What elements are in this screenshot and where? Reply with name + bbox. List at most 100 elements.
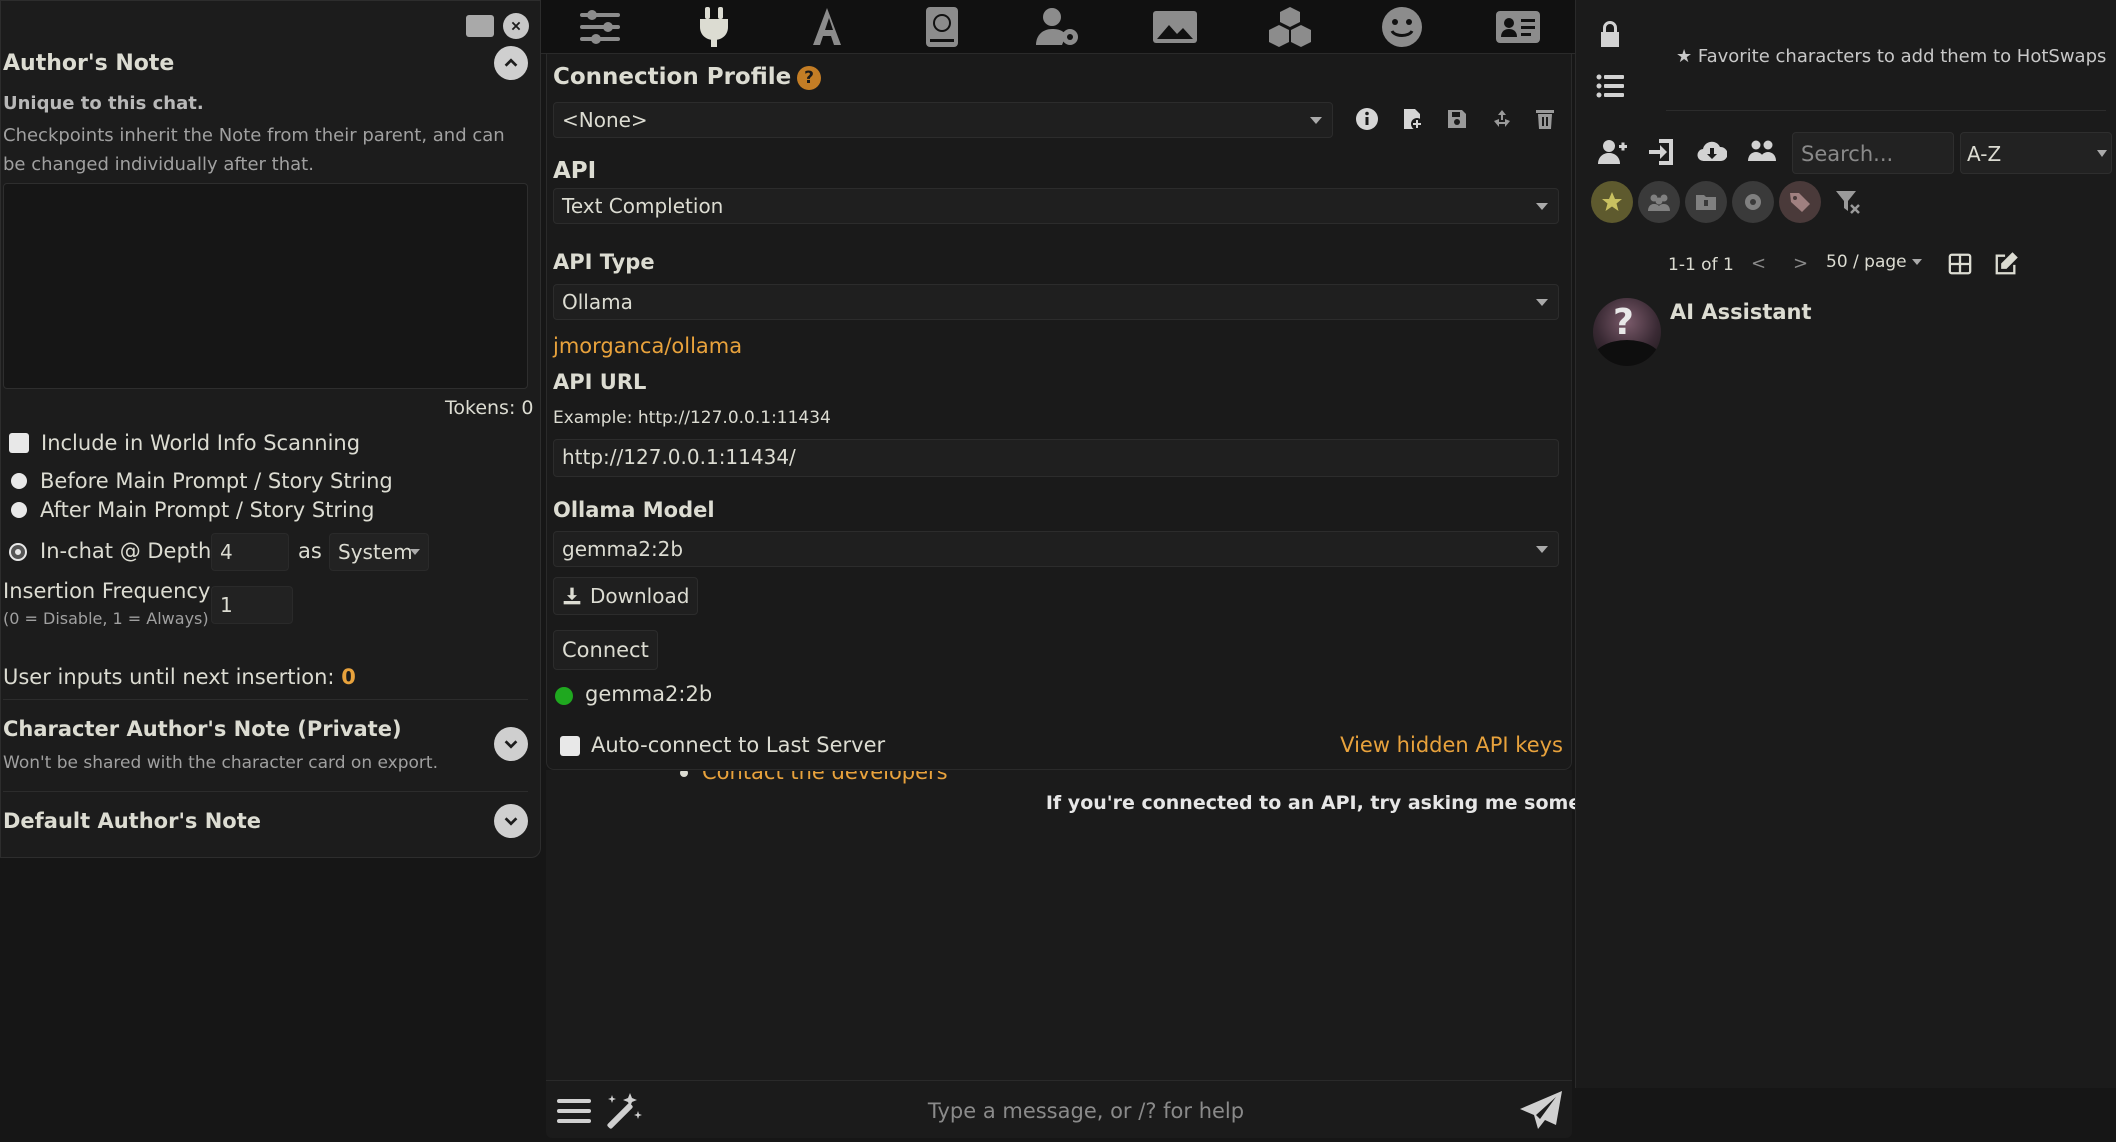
tokens-count: Tokens: 0 <box>445 397 534 419</box>
advanced-formatting-icon[interactable] <box>795 4 859 50</box>
extensions-cubes-icon[interactable] <box>1258 4 1322 50</box>
window-toggle-icon[interactable] <box>466 15 494 37</box>
character-management-icon[interactable] <box>1486 4 1550 50</box>
sort-select[interactable]: A-Z <box>1960 132 2112 174</box>
question-mark-icon: ? <box>1613 302 1634 343</box>
create-profile-icon[interactable] <box>1397 104 1427 134</box>
collapse-chevron-up-icon[interactable] <box>494 46 528 80</box>
connection-profile-select[interactable]: <None> <box>553 102 1333 138</box>
auto-connect-label: Auto-connect to Last Server <box>591 733 886 757</box>
close-icon[interactable] <box>503 13 529 39</box>
create-group-icon[interactable] <box>1740 130 1784 174</box>
api-label: API <box>553 158 597 184</box>
download-icon <box>563 587 581 605</box>
authors-note-textarea[interactable] <box>3 183 528 389</box>
api-type-value: Ollama <box>562 290 633 314</box>
favorites-hint: ★ Favorite characters to add them to Hot… <box>1676 46 2106 67</box>
page-size-value: 50 / page <box>1826 252 1907 272</box>
before-main-radio[interactable] <box>11 473 27 489</box>
ai-response-settings-icon[interactable] <box>568 4 632 50</box>
folder-filter-icon[interactable] <box>1685 181 1727 223</box>
insertion-frequency-input[interactable]: 1 <box>211 586 293 624</box>
help-icon[interactable]: ? <box>797 66 821 90</box>
create-character-icon[interactable] <box>1590 130 1634 174</box>
api-url-input[interactable]: http://127.0.0.1:11434/ <box>553 439 1559 477</box>
depth-input[interactable]: 4 <box>211 533 289 571</box>
tags-filter-icon[interactable] <box>1779 181 1821 223</box>
expand-chevron-down-icon[interactable] <box>494 804 528 838</box>
avatar-silhouette <box>1593 340 1661 366</box>
connect-button[interactable]: Connect <box>553 630 658 670</box>
character-avatar[interactable]: ? <box>1593 298 1661 366</box>
prev-page-button[interactable]: < <box>1751 253 1766 274</box>
options-menu-icon[interactable] <box>554 1091 594 1131</box>
chevron-down-icon <box>2097 150 2107 157</box>
message-input[interactable]: Type a message, or /? for help <box>666 1089 1506 1131</box>
ollama-model-value: gemma2:2b <box>562 537 684 561</box>
user-settings-icon[interactable] <box>1026 4 1090 50</box>
magic-wand-icon[interactable] <box>600 1089 644 1133</box>
settings-filter-icon[interactable] <box>1732 181 1774 223</box>
grid-view-icon[interactable] <box>1948 252 1974 278</box>
star-icon: ★ <box>1676 46 1693 67</box>
view-hidden-api-keys-link[interactable]: View hidden API keys <box>1340 733 1563 757</box>
groups-filter-icon[interactable] <box>1638 181 1680 223</box>
cloud-download-icon[interactable] <box>1690 130 1734 174</box>
role-select[interactable]: System <box>329 533 429 571</box>
chevron-down-icon <box>1912 259 1923 265</box>
authors-note-title: Author's Note <box>3 51 175 76</box>
backgrounds-image-icon[interactable] <box>1143 4 1207 50</box>
favorites-filter-icon[interactable] <box>1591 181 1633 223</box>
favorites-hint-text: Favorite characters to add them to HotSw… <box>1697 46 2107 67</box>
contact-developers-link[interactable]: Contact the developers <box>702 771 948 784</box>
save-icon[interactable] <box>1442 104 1472 134</box>
bullet-icon <box>680 771 688 777</box>
api-select[interactable]: Text Completion <box>553 188 1559 224</box>
contact-developers-item: Contact the developers <box>680 771 1080 787</box>
auto-connect-checkbox[interactable] <box>560 736 580 756</box>
try-asking-text: If you're connected to an API, try askin… <box>1045 792 1647 814</box>
api-type-label: API Type <box>553 250 655 274</box>
search-placeholder: Search... <box>1801 142 1894 166</box>
expand-chevron-down-icon[interactable] <box>494 727 528 761</box>
clear-filter-icon[interactable] <box>1834 188 1862 216</box>
import-character-icon[interactable] <box>1640 130 1684 174</box>
in-chat-depth-radio[interactable] <box>11 545 25 559</box>
insertion-frequency-hint: (0 = Disable, 1 = Always) <box>3 609 209 628</box>
api-url-label: API URL <box>553 370 647 394</box>
role-select-value: System <box>338 540 413 564</box>
chevron-down-icon <box>410 549 420 555</box>
bulk-edit-icon[interactable] <box>1994 252 2020 278</box>
reload-icon[interactable] <box>1487 104 1517 134</box>
ollama-model-label: Ollama Model <box>553 498 715 522</box>
include-world-info-checkbox[interactable] <box>9 433 29 453</box>
message-input-placeholder: Type a message, or /? for help <box>927 1099 1245 1123</box>
connect-label: Connect <box>562 638 649 662</box>
page-size-select[interactable]: 50 / page <box>1826 252 1923 272</box>
send-message-icon[interactable] <box>1518 1089 1564 1133</box>
lock-icon[interactable] <box>1588 12 1632 56</box>
character-search-input[interactable]: Search... <box>1792 132 1954 174</box>
list-view-icon[interactable] <box>1588 64 1632 108</box>
insertion-frequency-label: Insertion Frequency <box>3 579 211 603</box>
download-button[interactable]: Download <box>553 577 699 615</box>
persona-smiley-icon[interactable] <box>1370 4 1434 50</box>
user-inputs-row: User inputs until next insertion: 0 <box>3 665 356 689</box>
after-main-radio[interactable] <box>11 502 27 518</box>
chevron-down-icon <box>1310 117 1322 124</box>
ollama-model-select[interactable]: gemma2:2b <box>553 531 1559 567</box>
character-list-panel: ★ Favorite characters to add them to Hot… <box>1575 0 2116 1088</box>
connected-model-status: gemma2:2b <box>585 682 713 706</box>
unique-note-label: Unique to this chat. <box>3 93 204 114</box>
api-type-select[interactable]: Ollama <box>553 284 1559 320</box>
user-inputs-value: 0 <box>341 665 356 689</box>
chevron-down-icon <box>1536 203 1548 210</box>
world-info-book-icon[interactable] <box>910 4 974 50</box>
character-name[interactable]: AI Assistant <box>1670 300 1812 324</box>
delete-trash-icon[interactable] <box>1530 104 1560 134</box>
next-page-button[interactable]: > <box>1793 253 1808 274</box>
api-connections-plug-icon[interactable] <box>682 4 746 50</box>
top-navigation-bar <box>540 0 1575 54</box>
ollama-github-link[interactable]: jmorganca/ollama <box>553 334 742 358</box>
info-icon[interactable] <box>1352 104 1382 134</box>
